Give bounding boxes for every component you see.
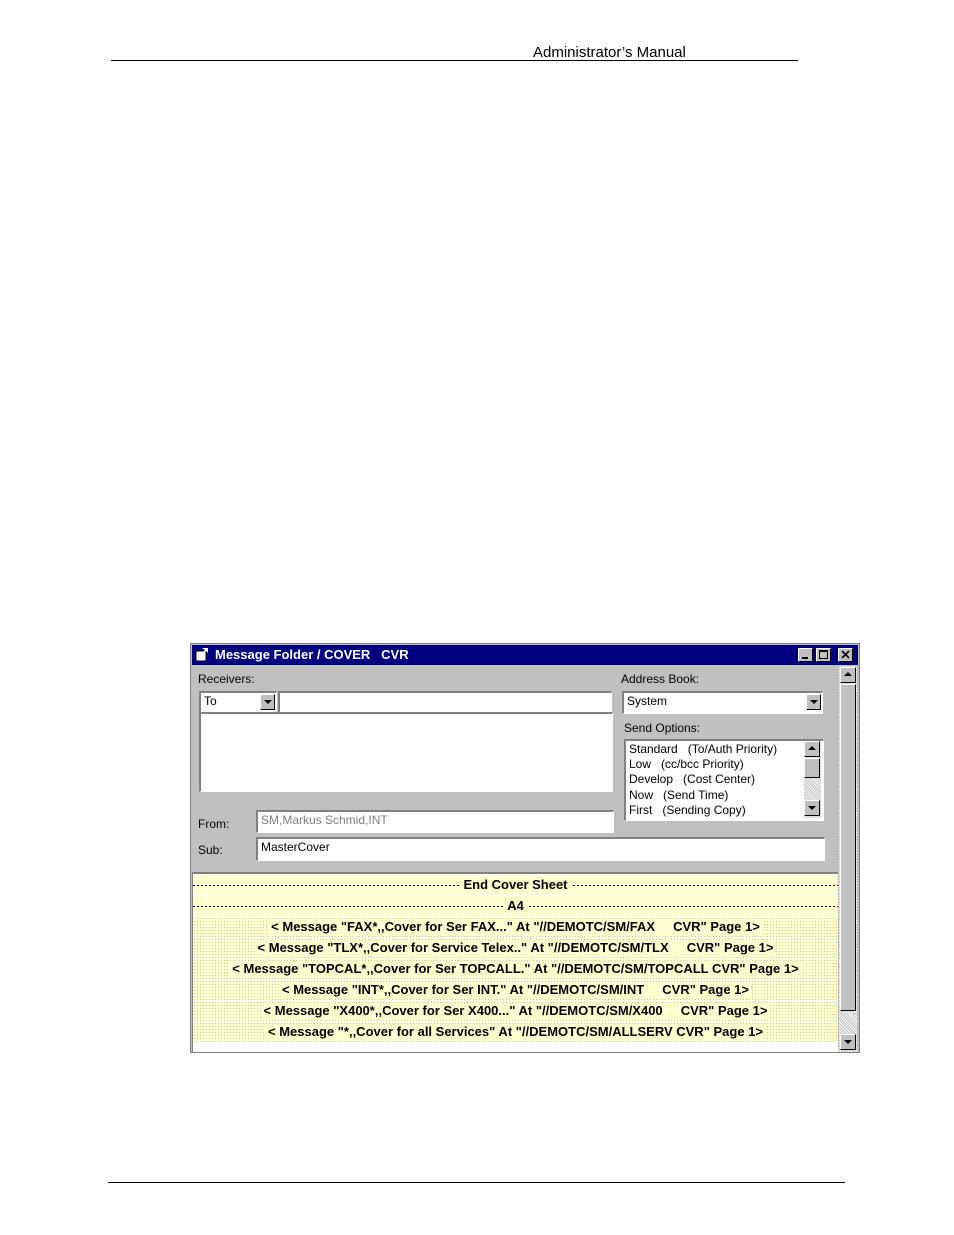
scroll-up-icon[interactable] <box>804 741 820 757</box>
scroll-thumb[interactable] <box>804 758 820 778</box>
address-book-value: System <box>627 694 668 708</box>
list-item[interactable]: < Message "TOPCAL*,,Cover for Ser TOPCAL… <box>193 959 838 979</box>
receiver-type-value: To <box>204 694 217 708</box>
end-cover-sheet-line: End Cover Sheet <box>193 875 838 895</box>
window-scrollbar[interactable] <box>839 666 857 1052</box>
send-options-label: Send Options: <box>624 721 701 735</box>
scroll-up-icon[interactable] <box>840 667 856 683</box>
receivers-list[interactable] <box>199 712 613 792</box>
from-value: SM,Markus Schmid,INT <box>261 813 388 827</box>
minimize-icon <box>802 657 808 659</box>
send-options-scrollbar[interactable] <box>804 741 821 818</box>
list-item[interactable]: First (Sending Copy) <box>629 803 746 817</box>
scroll-down-icon[interactable] <box>840 1034 856 1050</box>
list-item[interactable]: < Message "TLX*,,Cover for Service Telex… <box>193 938 838 958</box>
footer-rule <box>108 1182 845 1183</box>
list-item[interactable]: < Message "*,,Cover for all Services" At… <box>193 1022 838 1042</box>
subject-input[interactable]: MasterCover <box>256 837 825 861</box>
message-folder-window: Message Folder / COVER CVR Receivers: To… <box>190 643 860 1053</box>
end-cover-sheet-label: End Cover Sheet <box>460 877 571 892</box>
cover-sheet-view[interactable]: End Cover Sheet A4 < Message "FAX*,,Cove… <box>192 872 838 1052</box>
send-options-list[interactable]: Standard (To/Auth Priority) Low (cc/bcc … <box>624 739 824 821</box>
receivers-label: Receivers: <box>198 672 255 686</box>
close-icon <box>841 650 850 659</box>
folder-icon <box>196 648 208 661</box>
list-item[interactable]: < Message "FAX*,,Cover for Ser FAX..." A… <box>193 917 838 937</box>
from-label: From: <box>198 817 230 831</box>
window-title: Message Folder / COVER CVR <box>215 647 409 662</box>
scroll-down-icon[interactable] <box>804 800 820 816</box>
receiver-type-select[interactable]: To <box>199 691 277 713</box>
scroll-thumb[interactable] <box>840 684 856 1011</box>
from-field: SM,Markus Schmid,INT <box>256 810 614 833</box>
address-book-label: Address Book: <box>621 672 700 686</box>
receiver-input[interactable] <box>278 691 612 713</box>
list-item[interactable]: Now (Send Time) <box>629 788 728 802</box>
close-button[interactable] <box>838 648 853 662</box>
page-header-title: Administrator’s Manual <box>533 44 686 61</box>
paper-size-label: A4 <box>504 898 527 913</box>
list-item[interactable]: Develop (Cost Center) <box>629 772 755 786</box>
maximize-icon <box>819 650 828 659</box>
window-titlebar[interactable]: Message Folder / COVER CVR <box>192 645 858 665</box>
subject-value: MasterCover <box>261 840 330 854</box>
list-item[interactable]: < Message "INT*,,Cover for Ser INT." At … <box>193 980 838 1000</box>
address-book-dropdown-icon[interactable] <box>806 694 821 710</box>
maximize-button[interactable] <box>816 648 831 662</box>
paper-size-line: A4 <box>193 896 838 916</box>
minimize-button[interactable] <box>798 648 813 662</box>
list-item[interactable]: Standard (To/Auth Priority) <box>629 742 777 756</box>
sub-label: Sub: <box>198 843 223 857</box>
list-item[interactable]: < Message "X400*,,Cover for Ser X400..."… <box>193 1001 838 1021</box>
list-item[interactable]: Low (cc/bcc Priority) <box>629 757 744 771</box>
receiver-type-dropdown-icon[interactable] <box>260 694 275 710</box>
header-rule <box>111 60 798 61</box>
address-book-select[interactable]: System <box>622 691 823 714</box>
